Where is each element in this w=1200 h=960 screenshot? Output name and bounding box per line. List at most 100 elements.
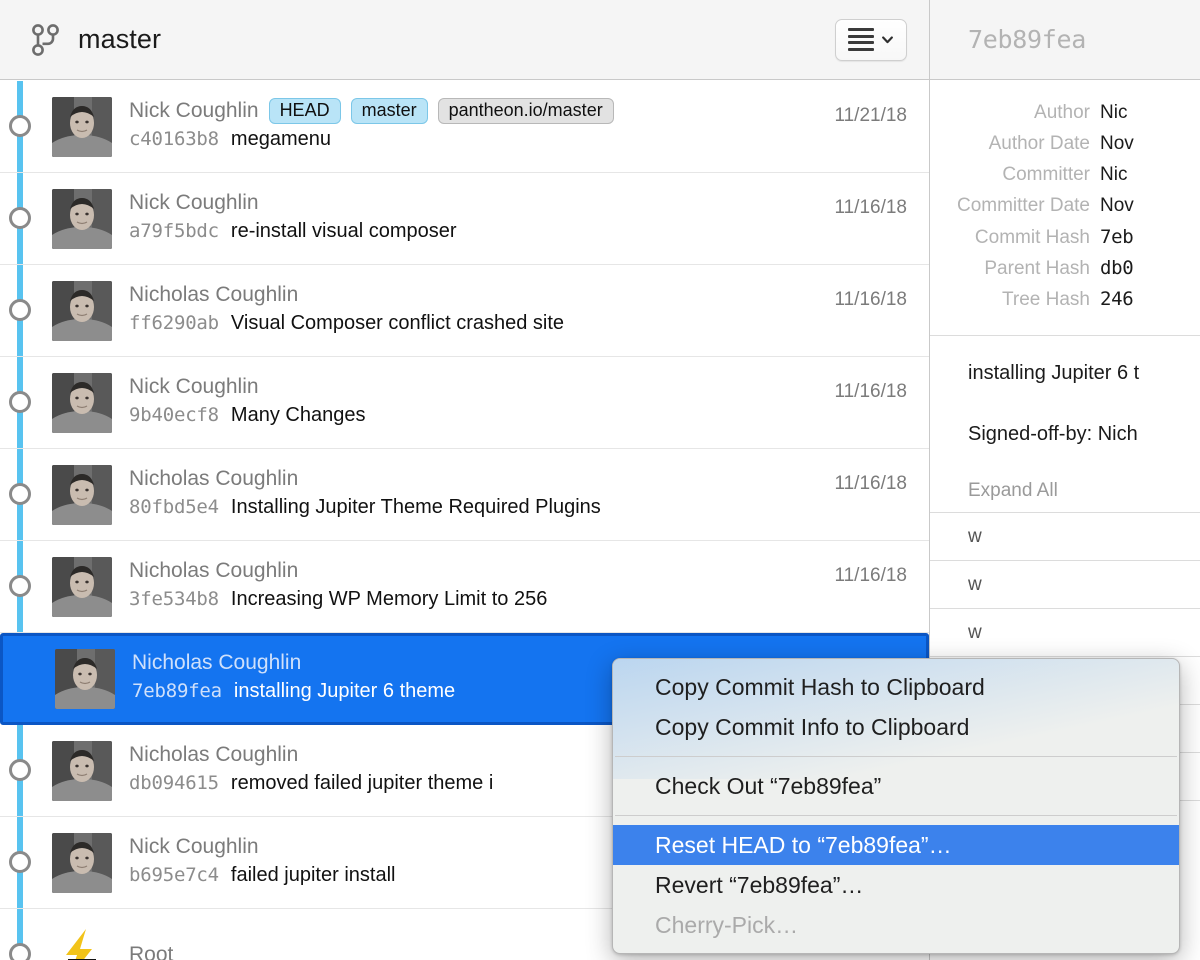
avatar (52, 832, 112, 893)
commit-row-body: Nick Coughlin 9b40ecf8 Many Changes (129, 372, 909, 434)
metadata-key: Author (1034, 102, 1090, 123)
ref-badge-head[interactable]: HEAD (268, 97, 341, 124)
commit-row-body: Nicholas Coughlin 3fe534b8 Increasing WP M… (129, 556, 909, 618)
context-menu-item[interactable]: Copy Commit Info to Clipboard (613, 707, 1179, 747)
commit-date: 11/21/18 (834, 105, 907, 126)
commit-hash: ff6290ab (129, 311, 219, 334)
metadata-row: Author Date Nov (930, 133, 1200, 164)
commit-subject: Visual Composer conflict crashed site (230, 311, 565, 334)
commit-subject: removed failed jupiter theme i (230, 771, 494, 794)
commit-hash: b695e7c4 (129, 863, 219, 886)
commit-hash: 3fe534b8 (129, 587, 219, 610)
commit-hash: 7eb89fea (132, 680, 222, 702)
commit-date: 11/16/18 (834, 473, 907, 494)
commit-row-author-line: Nicholas Coughlin (129, 464, 909, 494)
commit-author: Nicholas Coughlin (129, 282, 299, 306)
commit-author: Nick Coughlin (129, 190, 259, 214)
menu-separator (615, 756, 1177, 757)
file-row[interactable]: w (930, 609, 1200, 657)
metadata-key: Parent Hash (984, 258, 1090, 279)
file-row[interactable]: w (930, 513, 1200, 561)
commit-row-subject-line: a79f5bdc re-install visual composer (129, 220, 909, 250)
view-options-button[interactable] (835, 18, 907, 61)
commit-date: 11/16/18 (834, 565, 907, 586)
commit-message: installing Jupiter 6 t Signed-off-by: Ni… (930, 336, 1200, 446)
commit-subject: failed jupiter install (230, 863, 396, 886)
branch-name-label: master (78, 24, 162, 54)
file-list-toolbar: Expand All (930, 446, 1200, 512)
context-menu-item[interactable]: Revert “7eb89fea”… (613, 865, 1179, 905)
commit-row[interactable]: Nick Coughlin a79f5bdc re-install visual c… (0, 173, 929, 265)
history-toolbar: master (0, 0, 929, 80)
ref-badge-remote[interactable]: pantheon.io/master (437, 97, 614, 124)
commit-row[interactable]: Nick Coughlin 9b40ecf8 Many Changes 11/16/1… (0, 357, 929, 449)
commit-context-menu[interactable]: Copy Commit Hash to Clipboard Copy Commit… (612, 658, 1180, 954)
metadata-row: Commit Hash 7eb (930, 226, 1200, 257)
commit-row[interactable]: Nicholas Coughlin 80fbd5e4 Installing Jupi… (0, 449, 929, 541)
commit-author: Nicholas Coughlin (129, 466, 299, 490)
metadata-key: Commit Hash (974, 227, 1090, 248)
git-history-window: master Nick Coughlin HEAD master pantheon (0, 0, 1200, 960)
commit-hash: c40163b8 (129, 127, 219, 150)
commit-row-subject-line: c40163b8 megamenu (129, 128, 909, 158)
commit-hash: 80fbd5e4 (129, 495, 219, 518)
avatar (55, 649, 115, 709)
root-label: Root (129, 942, 174, 960)
avatar (52, 280, 112, 341)
commit-row-body: Nicholas Coughlin ff6290ab Visual Composer… (129, 280, 909, 342)
commit-row-body: Nicholas Coughlin 80fbd5e4 Installing Jupi… (129, 464, 909, 526)
commit-row-author-line: Nicholas Coughlin (129, 556, 909, 586)
commit-row-author-line: Nicholas Coughlin (129, 280, 909, 310)
commit-row[interactable]: Nick Coughlin HEAD master pantheon.io/maste… (0, 81, 929, 173)
context-menu-item[interactable]: Reset HEAD to “7eb89fea”… (613, 825, 1179, 865)
commit-row-author-line: Nick Coughlin HEAD master pantheon.io/maste… (129, 96, 909, 126)
commit-hash: 9b40ecf8 (129, 403, 219, 426)
git-branch-icon (30, 23, 60, 57)
avatar (52, 464, 112, 525)
avatar (52, 96, 112, 157)
commit-row[interactable]: Nicholas Coughlin ff6290ab Visual Composer… (0, 265, 929, 357)
context-menu-item[interactable]: Check Out “7eb89fea” (613, 766, 1179, 806)
avatar (52, 556, 112, 617)
details-hash-title: 7eb89fea (968, 25, 1087, 54)
expand-all-button[interactable]: Expand All (968, 480, 1058, 502)
file-row[interactable]: w (930, 561, 1200, 609)
commit-author: Nick Coughlin (129, 374, 259, 398)
commit-subject: re-install visual composer (230, 219, 457, 242)
commit-message-signoff: Signed-off-by: Nich (968, 423, 1138, 445)
commit-row-author-line: Nick Coughlin (129, 372, 909, 402)
commit-row[interactable]: Nicholas Coughlin 3fe534b8 Increasing WP M… (0, 541, 929, 633)
commit-date: 11/16/18 (834, 197, 907, 218)
metadata-row: Tree Hash 246 (930, 288, 1200, 319)
commit-message-subject: installing Jupiter 6 t (968, 362, 1140, 384)
commit-date: 11/16/18 (834, 381, 907, 402)
metadata-value: Nov (1100, 133, 1134, 154)
ref-badge-branch[interactable]: master (350, 97, 428, 124)
commit-date: 11/16/18 (834, 289, 907, 310)
menu-separator (615, 815, 1177, 816)
metadata-value: Nic (1100, 164, 1128, 185)
commit-hash: db094615 (129, 771, 219, 794)
commit-row-subject-line: 9b40ecf8 Many Changes (129, 404, 909, 434)
avatar (52, 740, 112, 801)
metadata-value: 246 (1100, 288, 1134, 310)
context-menu-item[interactable]: Copy Commit Hash to Clipboard (613, 667, 1179, 707)
avatar (52, 188, 112, 249)
metadata-row: Parent Hash db0 (930, 257, 1200, 288)
metadata-row: Committer Nic (930, 164, 1200, 195)
avatar (52, 372, 112, 433)
commit-row-subject-line: 3fe534b8 Increasing WP Memory Limit to 25… (129, 588, 909, 618)
metadata-key: Tree Hash (1002, 289, 1090, 310)
commit-row-body: Nick Coughlin HEAD master pantheon.io/maste… (129, 96, 909, 158)
commit-subject: megamenu (230, 127, 331, 150)
metadata-value: Nov (1100, 195, 1134, 216)
metadata-value: 7eb (1100, 226, 1134, 248)
commit-author: Nicholas Coughlin (129, 558, 299, 582)
metadata-value: db0 (1100, 257, 1134, 279)
commit-subject: Installing Jupiter Theme Required Plugin… (230, 495, 601, 518)
root-lightning-icon (52, 925, 112, 960)
details-header: 7eb89fea (930, 0, 1200, 80)
metadata-row: Committer Date Nov (930, 195, 1200, 226)
commit-hash: a79f5bdc (129, 219, 219, 242)
commit-row-author-line: Nick Coughlin (129, 188, 909, 218)
